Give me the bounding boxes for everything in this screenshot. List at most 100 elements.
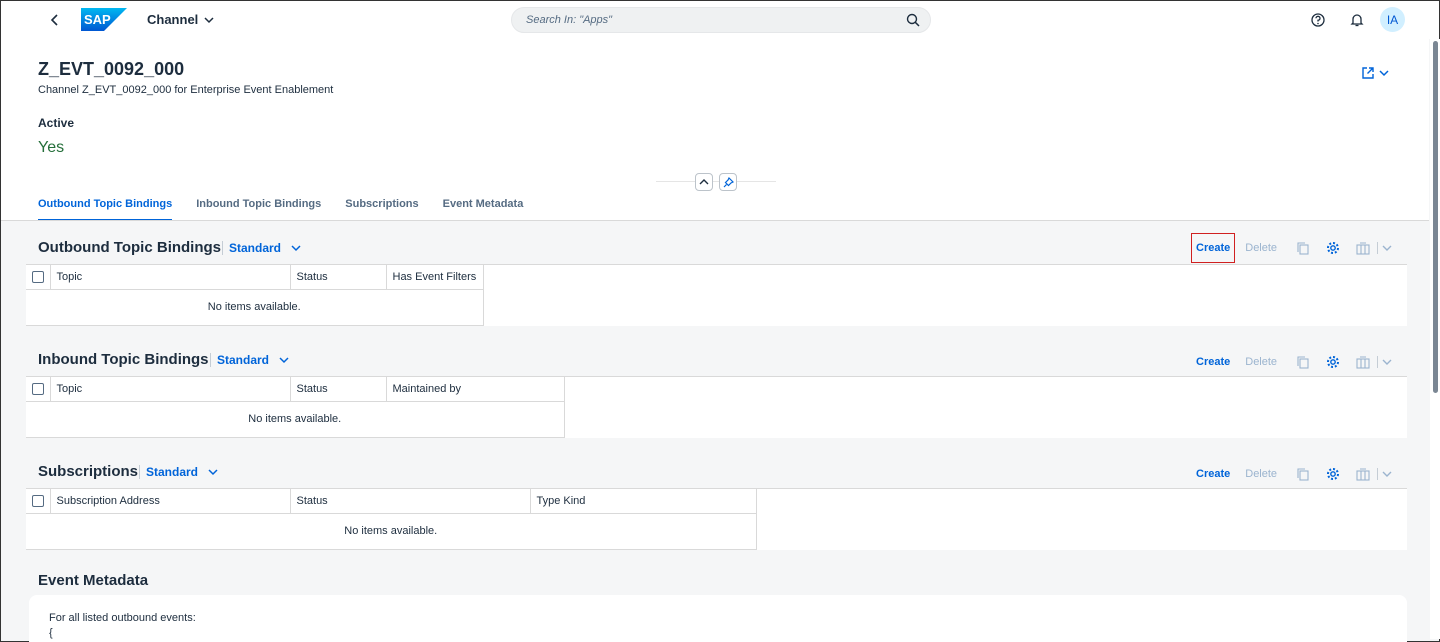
chevron-down-icon [1379,70,1389,77]
tab-outbound-topic-bindings[interactable]: Outbound Topic Bindings [26,193,184,221]
event-metadata-title: Event Metadata [38,572,149,589]
outbound-table-area: Topic Status Has Event Filters No items … [26,264,1407,326]
select-all-cell[interactable] [26,377,51,402]
column-header[interactable]: Topic [50,265,291,290]
tab-event-metadata[interactable]: Event Metadata [431,193,536,221]
variant-label: Standard [217,353,270,367]
export-button[interactable] [1353,352,1373,372]
select-all-checkbox[interactable] [32,270,44,283]
sap-logo-icon: SAP [81,8,127,31]
header-border [1,220,1429,221]
subscriptions-title: Subscriptions [38,463,139,480]
settings-button[interactable] [1323,238,1343,258]
scrollbar-thumb[interactable] [1433,41,1438,393]
copy-button[interactable] [1293,464,1313,484]
collapse-header-button[interactable] [695,173,713,191]
export-button[interactable] [1353,464,1373,484]
column-header[interactable]: Status [290,489,531,514]
inbound-section: Inbound Topic Bindings Standard Create D… [26,345,1407,439]
copy-icon [1297,241,1309,255]
shell-bar: SAP Channel Search In: "Apps" IA [1,1,1439,39]
column-header[interactable]: Subscription Address [50,489,291,514]
page-title: Z_EVT_0092_000 [38,59,185,79]
subscriptions-table: Subscription Address Status Type Kind No… [26,489,757,550]
search-input[interactable]: Search In: "Apps" [511,7,931,33]
outbound-variant-selector[interactable]: Standard [222,241,301,255]
outbound-title: Outbound Topic Bindings [38,239,222,256]
outbound-toolbar: Create Delete [1191,233,1392,263]
toolbar-separator [1377,356,1379,368]
tab-subscriptions[interactable]: Subscriptions [333,193,430,221]
app-title-menu[interactable]: Channel [147,12,214,27]
inbound-table: Topic Status Maintained by No items avai… [26,377,565,438]
toolbar-separator [1377,242,1379,254]
avatar[interactable]: IA [1380,7,1405,32]
settings-button[interactable] [1323,464,1343,484]
create-button[interactable]: Create [1191,468,1235,480]
svg-text:SAP: SAP [84,12,111,27]
column-header[interactable]: Maintained by [386,377,565,402]
subscriptions-section: Subscriptions Standard Create Delete Sub… [26,457,1407,551]
gear-icon [1327,468,1340,480]
chevron-down-icon [204,16,214,23]
empty-message: No items available. [26,289,484,326]
select-all-cell[interactable] [26,489,51,514]
select-all-checkbox[interactable] [32,382,44,395]
subscriptions-toolbar: Create Delete [1191,464,1392,484]
column-header[interactable]: Has Event Filters [386,265,484,290]
pin-header-button[interactable] [719,173,737,191]
back-button[interactable] [45,10,65,30]
sap-logo[interactable]: SAP [81,8,127,31]
settings-button[interactable] [1323,352,1343,372]
metadata-text: For all listed outbound events: { [49,611,196,641]
anchor-tabs: Outbound Topic Bindings Inbound Topic Bi… [26,193,535,221]
page-scrollbar[interactable] [1430,39,1440,639]
active-label: Active [38,116,75,130]
share-menu-button[interactable] [1361,66,1389,80]
metadata-line: { [49,627,53,639]
export-icon [1356,241,1370,255]
outbound-section: Outbound Topic Bindings Standard Create … [26,233,1407,327]
subscriptions-variant-selector[interactable]: Standard [139,465,218,479]
export-icon [1356,467,1370,481]
variant-label: Standard [229,241,282,255]
chevron-down-icon [208,469,218,476]
create-button[interactable]: Create [1191,356,1235,368]
delete-button[interactable]: Delete [1241,468,1281,480]
chevron-down-icon [291,245,301,252]
delete-button[interactable]: Delete [1241,356,1281,368]
create-button[interactable]: Create [1191,233,1236,263]
delete-button[interactable]: Delete [1241,242,1281,254]
copy-button[interactable] [1293,238,1313,258]
select-all-checkbox[interactable] [32,494,44,507]
help-button[interactable] [1308,10,1328,30]
outbound-table: Topic Status Has Event Filters No items … [26,265,484,326]
bell-icon [1350,14,1364,27]
inbound-table-area: Topic Status Maintained by No items avai… [26,376,1407,438]
select-all-cell[interactable] [26,265,51,290]
chevron-down-icon[interactable] [1382,470,1392,478]
active-value: Yes [38,139,65,156]
tab-inbound-topic-bindings[interactable]: Inbound Topic Bindings [184,193,333,221]
copy-button[interactable] [1293,352,1313,372]
search-icon[interactable] [906,13,920,30]
chevron-left-icon [50,14,58,26]
column-header[interactable]: Status [290,265,387,290]
empty-message: No items available. [26,401,565,438]
chevron-down-icon[interactable] [1382,358,1392,366]
inbound-variant-selector[interactable]: Standard [210,353,289,367]
column-header[interactable]: Status [290,377,387,402]
app-title: Channel [147,12,199,27]
column-header[interactable]: Type Kind [530,489,757,514]
toolbar-separator [1377,468,1379,480]
variant-label: Standard [146,465,199,479]
pin-icon [723,176,734,187]
inbound-title: Inbound Topic Bindings [38,351,209,368]
chevron-down-icon[interactable] [1382,244,1392,252]
event-metadata-box: For all listed outbound events: { [29,595,1407,642]
copy-icon [1297,355,1309,369]
export-button[interactable] [1353,238,1373,258]
notifications-button[interactable] [1347,10,1367,30]
header-divider [656,181,776,182]
column-header[interactable]: Topic [50,377,291,402]
